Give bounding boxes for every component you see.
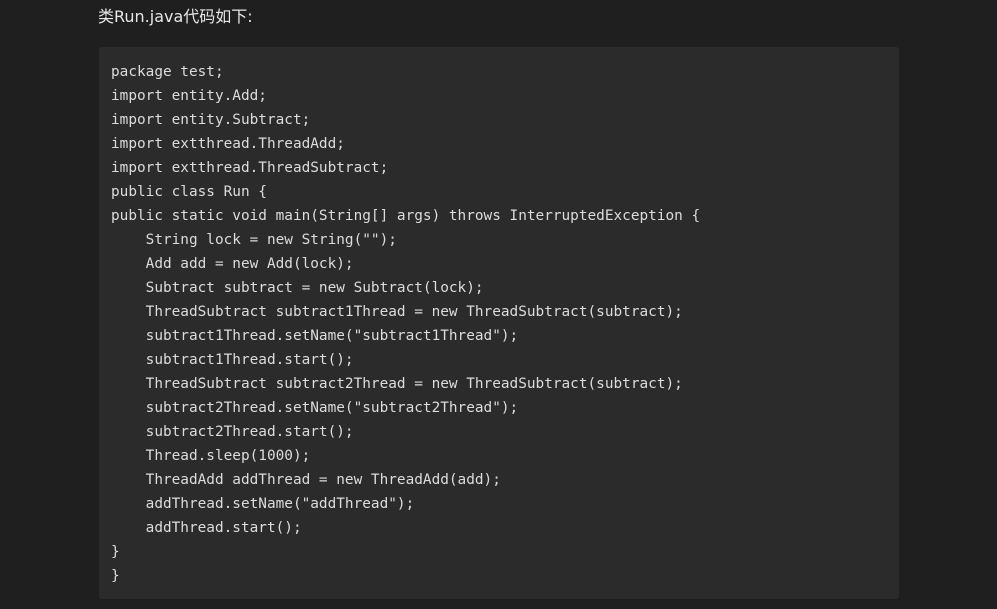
code-line: } [111,544,120,560]
code-line: } [111,568,120,584]
intro-text: 类Run.java代码如下: [98,7,253,26]
code-line: import extthread.ThreadSubtract; [111,160,389,176]
code-line: addThread.start(); [111,520,302,536]
code-line: package test; [111,64,224,80]
code-line: Thread.sleep(1000); [111,448,311,464]
code-line: subtract1Thread.setName("subtract1Thread… [111,328,519,344]
code-line: import entity.Add; [111,88,267,104]
code-line: import extthread.ThreadAdd; [111,136,345,152]
code-line: public static void main(String[] args) t… [111,208,701,224]
code-line: subtract2Thread.setName("subtract2Thread… [111,400,519,416]
code-line: subtract2Thread.start(); [111,424,354,440]
code-line: Add add = new Add(lock); [111,256,354,272]
article-page: 类Run.java代码如下: package test; import enti… [0,0,997,609]
code-line: ThreadSubtract subtract2Thread = new Thr… [111,376,683,392]
code-block[interactable]: package test; import entity.Add; import … [99,47,899,599]
code-line: ThreadSubtract subtract1Thread = new Thr… [111,304,683,320]
code-line: public class Run { [111,184,267,200]
code-line: subtract1Thread.start(); [111,352,354,368]
code-line: import entity.Subtract; [111,112,311,128]
code-line: Subtract subtract = new Subtract(lock); [111,280,484,296]
code-line: addThread.setName("addThread"); [111,496,415,512]
code-line: String lock = new String(""); [111,232,397,248]
code-line: ThreadAdd addThread = new ThreadAdd(add)… [111,472,501,488]
